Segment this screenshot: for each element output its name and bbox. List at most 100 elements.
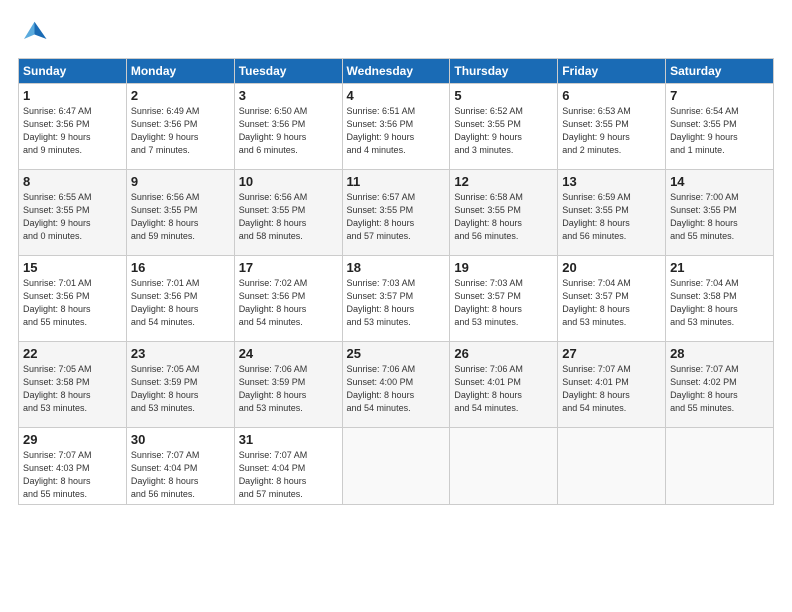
calendar-cell: 4Sunrise: 6:51 AM Sunset: 3:56 PM Daylig…	[342, 84, 450, 170]
day-info: Sunrise: 6:55 AM Sunset: 3:55 PM Dayligh…	[23, 191, 122, 243]
weekday-header-sunday: Sunday	[19, 59, 127, 84]
day-number: 19	[454, 260, 553, 275]
day-info: Sunrise: 7:07 AM Sunset: 4:02 PM Dayligh…	[670, 363, 769, 415]
day-info: Sunrise: 6:57 AM Sunset: 3:55 PM Dayligh…	[347, 191, 446, 243]
calendar-cell: 14 Sunrise: 7:00 AM Sunset: 3:55 PM Dayli…	[666, 170, 774, 256]
day-info: Sunrise: 7:01 AM Sunset: 3:56 PM Dayligh…	[23, 277, 122, 329]
calendar-cell	[666, 428, 774, 505]
day-number: 11	[347, 174, 446, 189]
day-info: Sunrise: 7:07 AM Sunset: 4:03 PM Dayligh…	[23, 449, 122, 501]
calendar-cell: 25 Sunrise: 7:06 AM Sunset: 4:00 PM Dayli…	[342, 342, 450, 428]
day-number: 26	[454, 346, 553, 361]
day-info: Sunrise: 6:51 AM Sunset: 3:56 PM Dayligh…	[347, 105, 446, 157]
day-number: 6	[562, 88, 661, 103]
day-info: Sunrise: 7:05 AM Sunset: 3:59 PM Dayligh…	[131, 363, 230, 415]
day-number: 16	[131, 260, 230, 275]
day-number: 7	[670, 88, 769, 103]
day-info: Sunrise: 6:49 AM Sunset: 3:56 PM Dayligh…	[131, 105, 230, 157]
day-number: 8	[23, 174, 122, 189]
calendar-cell: 24 Sunrise: 7:06 AM Sunset: 3:59 PM Dayli…	[234, 342, 342, 428]
header	[18, 18, 774, 48]
day-number: 14	[670, 174, 769, 189]
calendar-cell: 9 Sunrise: 6:56 AM Sunset: 3:55 PM Daylig…	[126, 170, 234, 256]
calendar-cell	[558, 428, 666, 505]
day-info: Sunrise: 6:56 AM Sunset: 3:55 PM Dayligh…	[239, 191, 338, 243]
calendar-cell: 18 Sunrise: 7:03 AM Sunset: 3:57 PM Dayli…	[342, 256, 450, 342]
logo	[18, 18, 52, 48]
calendar-cell: 15 Sunrise: 7:01 AM Sunset: 3:56 PM Dayli…	[19, 256, 127, 342]
calendar-cell: 17 Sunrise: 7:02 AM Sunset: 3:56 PM Dayli…	[234, 256, 342, 342]
calendar-cell: 30 Sunrise: 7:07 AM Sunset: 4:04 PM Dayli…	[126, 428, 234, 505]
day-number: 22	[23, 346, 122, 361]
calendar-cell: 10 Sunrise: 6:56 AM Sunset: 3:55 PM Dayli…	[234, 170, 342, 256]
day-info: Sunrise: 7:07 AM Sunset: 4:04 PM Dayligh…	[239, 449, 338, 501]
weekday-header-wednesday: Wednesday	[342, 59, 450, 84]
day-number: 29	[23, 432, 122, 447]
calendar-cell: 19Sunrise: 7:03 AM Sunset: 3:57 PM Dayli…	[450, 256, 558, 342]
weekday-header-monday: Monday	[126, 59, 234, 84]
day-number: 31	[239, 432, 338, 447]
day-info: Sunrise: 7:07 AM Sunset: 4:01 PM Dayligh…	[562, 363, 661, 415]
calendar-cell: 22 Sunrise: 7:05 AM Sunset: 3:58 PM Dayli…	[19, 342, 127, 428]
day-info: Sunrise: 6:58 AM Sunset: 3:55 PM Dayligh…	[454, 191, 553, 243]
day-info: Sunrise: 7:06 AM Sunset: 4:00 PM Dayligh…	[347, 363, 446, 415]
calendar-cell	[450, 428, 558, 505]
day-info: Sunrise: 7:00 AM Sunset: 3:55 PM Dayligh…	[670, 191, 769, 243]
calendar-cell: 11 Sunrise: 6:57 AM Sunset: 3:55 PM Dayli…	[342, 170, 450, 256]
day-number: 30	[131, 432, 230, 447]
day-info: Sunrise: 6:59 AM Sunset: 3:55 PM Dayligh…	[562, 191, 661, 243]
day-info: Sunrise: 6:47 AM Sunset: 3:56 PM Dayligh…	[23, 105, 122, 157]
day-info: Sunrise: 6:53 AM Sunset: 3:55 PM Dayligh…	[562, 105, 661, 157]
day-number: 28	[670, 346, 769, 361]
day-info: Sunrise: 7:02 AM Sunset: 3:56 PM Dayligh…	[239, 277, 338, 329]
calendar-cell: 27 Sunrise: 7:07 AM Sunset: 4:01 PM Dayli…	[558, 342, 666, 428]
day-number: 17	[239, 260, 338, 275]
weekday-header-tuesday: Tuesday	[234, 59, 342, 84]
calendar-cell: 16 Sunrise: 7:01 AM Sunset: 3:56 PM Dayli…	[126, 256, 234, 342]
weekday-header-thursday: Thursday	[450, 59, 558, 84]
logo-icon	[18, 18, 48, 48]
day-number: 13	[562, 174, 661, 189]
calendar-cell	[342, 428, 450, 505]
day-number: 20	[562, 260, 661, 275]
day-number: 18	[347, 260, 446, 275]
day-number: 9	[131, 174, 230, 189]
calendar-cell: 5 Sunrise: 6:52 AM Sunset: 3:55 PM Daylig…	[450, 84, 558, 170]
day-info: Sunrise: 7:05 AM Sunset: 3:58 PM Dayligh…	[23, 363, 122, 415]
day-info: Sunrise: 6:50 AM Sunset: 3:56 PM Dayligh…	[239, 105, 338, 157]
calendar-cell: 13 Sunrise: 6:59 AM Sunset: 3:55 PM Dayli…	[558, 170, 666, 256]
calendar-cell: 29 Sunrise: 7:07 AM Sunset: 4:03 PM Dayli…	[19, 428, 127, 505]
calendar-cell: 3 Sunrise: 6:50 AM Sunset: 3:56 PM Daylig…	[234, 84, 342, 170]
calendar-cell: 1 Sunrise: 6:47 AM Sunset: 3:56 PM Daylig…	[19, 84, 127, 170]
day-number: 24	[239, 346, 338, 361]
day-info: Sunrise: 7:01 AM Sunset: 3:56 PM Dayligh…	[131, 277, 230, 329]
day-info: Sunrise: 6:52 AM Sunset: 3:55 PM Dayligh…	[454, 105, 553, 157]
day-info: Sunrise: 7:06 AM Sunset: 4:01 PM Dayligh…	[454, 363, 553, 415]
calendar-cell: 8 Sunrise: 6:55 AM Sunset: 3:55 PM Daylig…	[19, 170, 127, 256]
calendar-table: SundayMondayTuesdayWednesdayThursdayFrid…	[18, 58, 774, 505]
day-number: 2	[131, 88, 230, 103]
calendar-cell: 2 Sunrise: 6:49 AM Sunset: 3:56 PM Daylig…	[126, 84, 234, 170]
day-number: 10	[239, 174, 338, 189]
day-number: 23	[131, 346, 230, 361]
calendar-cell: 21Sunrise: 7:04 AM Sunset: 3:58 PM Dayli…	[666, 256, 774, 342]
calendar-cell: 28 Sunrise: 7:07 AM Sunset: 4:02 PM Dayli…	[666, 342, 774, 428]
calendar-cell: 6 Sunrise: 6:53 AM Sunset: 3:55 PM Daylig…	[558, 84, 666, 170]
day-number: 15	[23, 260, 122, 275]
day-info: Sunrise: 6:54 AM Sunset: 3:55 PM Dayligh…	[670, 105, 769, 157]
calendar-cell: 20 Sunrise: 7:04 AM Sunset: 3:57 PM Dayli…	[558, 256, 666, 342]
calendar-cell: 12 Sunrise: 6:58 AM Sunset: 3:55 PM Dayli…	[450, 170, 558, 256]
day-info: Sunrise: 7:07 AM Sunset: 4:04 PM Dayligh…	[131, 449, 230, 501]
weekday-header-saturday: Saturday	[666, 59, 774, 84]
day-info: Sunrise: 7:04 AM Sunset: 3:57 PM Dayligh…	[562, 277, 661, 329]
day-info: Sunrise: 6:56 AM Sunset: 3:55 PM Dayligh…	[131, 191, 230, 243]
day-info: Sunrise: 7:03 AM Sunset: 3:57 PM Dayligh…	[347, 277, 446, 329]
day-info: Sunrise: 7:06 AM Sunset: 3:59 PM Dayligh…	[239, 363, 338, 415]
day-number: 1	[23, 88, 122, 103]
page: SundayMondayTuesdayWednesdayThursdayFrid…	[0, 0, 792, 612]
day-number: 3	[239, 88, 338, 103]
day-number: 25	[347, 346, 446, 361]
day-number: 27	[562, 346, 661, 361]
day-number: 12	[454, 174, 553, 189]
day-number: 5	[454, 88, 553, 103]
